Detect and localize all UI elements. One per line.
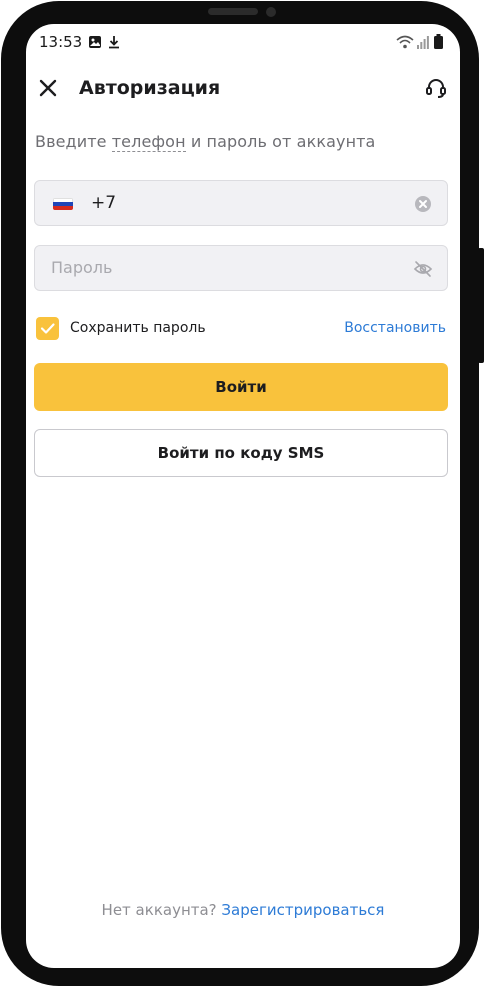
download-icon — [108, 34, 120, 53]
sms-login-button[interactable]: Войти по коду SMS — [34, 429, 448, 477]
wifi-icon — [396, 34, 414, 53]
support-button[interactable] — [422, 76, 450, 104]
register-link[interactable]: Зарегистрироваться — [221, 901, 384, 919]
phone-hint-link[interactable]: телефон — [111, 132, 186, 152]
phone-value[interactable]: +7 — [91, 193, 116, 213]
status-time: 13:53 — [39, 33, 83, 51]
phone-field[interactable]: +7 — [34, 180, 448, 226]
battery-icon — [434, 34, 443, 53]
clear-icon[interactable] — [413, 194, 433, 214]
status-bar: 13:53 — [26, 24, 460, 60]
headset-icon — [425, 77, 447, 103]
check-icon — [40, 323, 55, 334]
signal-icon — [417, 34, 429, 53]
login-button[interactable]: Войти — [34, 363, 448, 411]
side-button — [478, 248, 484, 363]
remember-checkbox[interactable] — [36, 317, 59, 340]
subtitle-text: Введите — [35, 132, 112, 151]
no-account-text: Нет аккаунта? — [101, 901, 217, 919]
close-button[interactable] — [34, 76, 62, 104]
image-icon — [88, 34, 102, 53]
subtitle-text-end: и пароль от аккаунта — [185, 132, 376, 151]
russia-flag-icon[interactable] — [53, 198, 73, 210]
page-title: Авторизация — [79, 77, 221, 99]
register-prompt: Нет аккаунта? Зарегистрироваться — [26, 901, 460, 919]
eye-off-icon[interactable] — [413, 259, 433, 279]
restore-password-link[interactable]: Восстановить — [344, 320, 446, 336]
app-header: Авторизация — [26, 68, 460, 112]
front-camera — [266, 7, 276, 17]
password-field[interactable] — [34, 245, 448, 291]
screen: 13:53 Авторизация Введите телефон и паро… — [26, 24, 460, 968]
phone-frame: 13:53 Авторизация Введите телефон и паро… — [1, 1, 479, 986]
remember-label[interactable]: Сохранить пароль — [70, 320, 206, 336]
speaker-grille — [208, 8, 258, 15]
login-instructions: Введите телефон и пароль от аккаунта — [35, 132, 376, 152]
close-icon — [39, 79, 57, 101]
password-input[interactable] — [51, 258, 391, 277]
